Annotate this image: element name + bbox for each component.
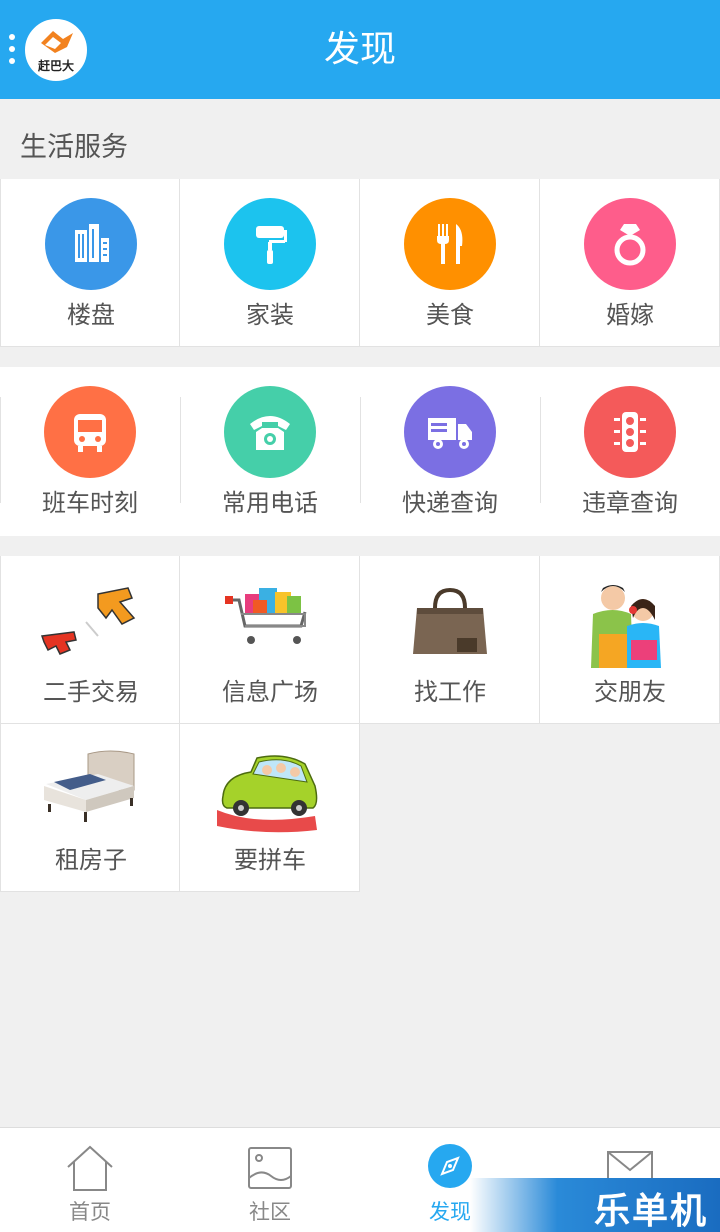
building-icon — [45, 198, 137, 290]
service-label: 楼盘 — [67, 301, 115, 329]
service-label: 美食 — [426, 301, 474, 329]
service-item-jiazhuang[interactable]: 家装 — [180, 179, 360, 347]
service-label: 常用电话 — [222, 489, 318, 517]
service-item-zufang[interactable]: 租房子 — [0, 724, 180, 892]
friends-icon — [591, 585, 661, 668]
home-icon — [67, 1145, 113, 1191]
tab-home[interactable]: 首页 — [0, 1128, 180, 1232]
service-label: 婚嫁 — [606, 301, 654, 329]
image-icon — [248, 1147, 292, 1189]
tab-community[interactable]: 社区 — [180, 1128, 360, 1232]
app-header: 赶巴大 发现 — [0, 0, 720, 99]
car-icon — [217, 755, 318, 833]
divider — [0, 397, 1, 503]
service-grid-row2: 班车时刻 常用电话 快递查询 违章查询 — [0, 367, 720, 536]
tab-label: 社区 — [249, 1200, 291, 1224]
service-item-ershou[interactable]: 二手交易 — [0, 556, 180, 724]
service-item-gongzuo[interactable]: 找工作 — [360, 556, 540, 724]
service-item-dianhua[interactable]: 常用电话 — [180, 367, 360, 535]
service-item-weizhang[interactable]: 违章查询 — [540, 367, 720, 535]
divider — [540, 397, 541, 503]
watermark: 乐单机 — [470, 1178, 720, 1232]
service-label: 快递查询 — [402, 489, 498, 517]
paint-roller-icon — [224, 198, 316, 290]
service-grid-row1: 楼盘 家装 美食 婚嫁 — [0, 179, 720, 347]
divider — [180, 397, 181, 503]
service-item-xinxi[interactable]: 信息广场 — [180, 556, 360, 724]
service-item-banche[interactable]: 班车时刻 — [0, 367, 180, 535]
service-item-meishi[interactable]: 美食 — [360, 179, 540, 347]
briefcase-icon — [413, 587, 487, 654]
bed-icon — [44, 750, 135, 822]
service-label: 家装 — [246, 301, 294, 329]
fork-knife-icon — [404, 198, 496, 290]
watermark-text: 乐单机 — [593, 1191, 708, 1232]
service-label: 班车时刻 — [42, 489, 138, 517]
traffic-light-icon — [584, 386, 676, 478]
buy-sell-icon — [40, 587, 136, 655]
service-item-loupan[interactable]: 楼盘 — [0, 179, 180, 347]
service-item-hunjia[interactable]: 婚嫁 — [540, 179, 720, 347]
page-title: 发现 — [323, 29, 396, 70]
service-label: 要拼车 — [234, 846, 306, 874]
service-label: 找工作 — [414, 678, 486, 706]
divider — [360, 397, 361, 503]
tab-label: 首页 — [69, 1200, 111, 1224]
section-title: 生活服务 — [20, 132, 128, 163]
service-label: 租房子 — [55, 846, 127, 874]
service-label: 交朋友 — [594, 678, 666, 706]
telephone-icon — [224, 386, 316, 478]
ring-icon — [584, 198, 676, 290]
compass-icon — [428, 1144, 472, 1188]
service-label: 信息广场 — [222, 678, 318, 706]
service-item-pengyou[interactable]: 交朋友 — [540, 556, 720, 724]
delivery-truck-icon — [404, 386, 496, 478]
service-item-kuaidi[interactable]: 快递查询 — [360, 367, 540, 535]
service-item-pinche[interactable]: 要拼车 — [180, 724, 360, 892]
service-grid-row3: 二手交易 信息广场 找工作 交朋友 租房子 要拼车 — [0, 556, 720, 892]
service-label: 违章查询 — [582, 489, 678, 517]
shopping-cart-icon — [225, 588, 307, 644]
bus-icon — [44, 386, 136, 478]
service-label: 二手交易 — [43, 678, 139, 706]
